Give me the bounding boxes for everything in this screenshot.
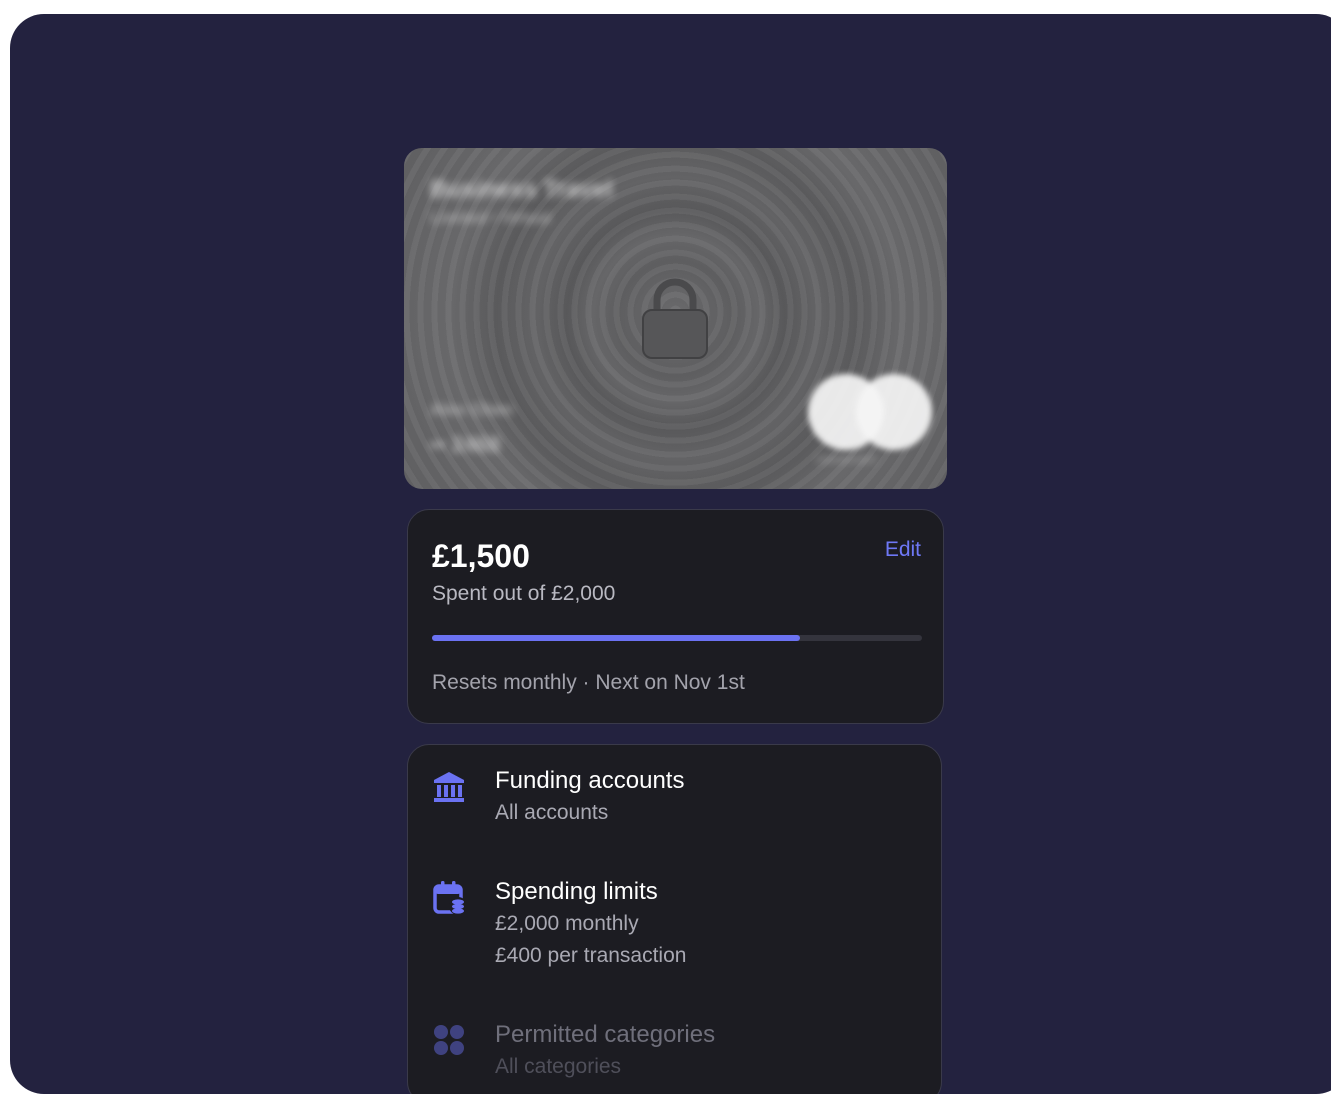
funding-accounts-title: Funding accounts xyxy=(495,767,685,794)
card-network-name: mastercard xyxy=(816,454,876,466)
spend-summary-panel: £1,500 Edit Spent out of £2,000 Resets m… xyxy=(407,509,944,724)
card-network-logo xyxy=(808,374,932,450)
card-settings-panel: Funding accounts All accounts Spending l… xyxy=(407,744,942,1094)
spending-limits-row[interactable]: Spending limits £2,000 monthly £400 per … xyxy=(432,878,917,978)
categories-grid-icon xyxy=(434,1025,464,1055)
permitted-categories-title: Permitted categories xyxy=(495,1021,716,1048)
card-name: Business Travel xyxy=(430,176,613,203)
transaction-limit-detail: £400 per transaction xyxy=(495,944,687,967)
bank-icon xyxy=(434,772,464,802)
card-number: •• 2468 xyxy=(430,432,501,457)
lock-icon xyxy=(642,278,708,359)
reset-schedule-text: Resets monthly · Next on Nov 1st xyxy=(432,671,745,694)
monthly-limit-detail: £2,000 monthly xyxy=(495,912,639,935)
funding-accounts-detail: All accounts xyxy=(495,801,609,824)
card-details-column: Business Travel Limited • Virtual Alex C… xyxy=(404,148,947,1094)
spent-out-of-text: Spent out of £2,000 xyxy=(432,582,616,605)
funding-accounts-row[interactable]: Funding accounts All accounts xyxy=(432,767,917,837)
permitted-categories-detail: All categories xyxy=(495,1055,622,1078)
spent-amount: £1,500 xyxy=(432,538,530,574)
calendar-coins-icon xyxy=(433,881,466,915)
card-subtitle: Limited • Virtual xyxy=(430,210,551,227)
app-frame: Business Travel Limited • Virtual Alex C… xyxy=(10,14,1331,1094)
spend-progress-fill xyxy=(432,635,800,641)
edit-limit-button[interactable]: Edit xyxy=(885,538,921,562)
card-holder-name: Alex Chen xyxy=(430,400,514,419)
spend-progress-bar xyxy=(432,635,922,641)
spending-limits-title: Spending limits xyxy=(495,878,658,905)
permitted-categories-row[interactable]: Permitted categories All categories xyxy=(432,1021,917,1094)
locked-payment-card[interactable]: Business Travel Limited • Virtual Alex C… xyxy=(404,148,947,489)
